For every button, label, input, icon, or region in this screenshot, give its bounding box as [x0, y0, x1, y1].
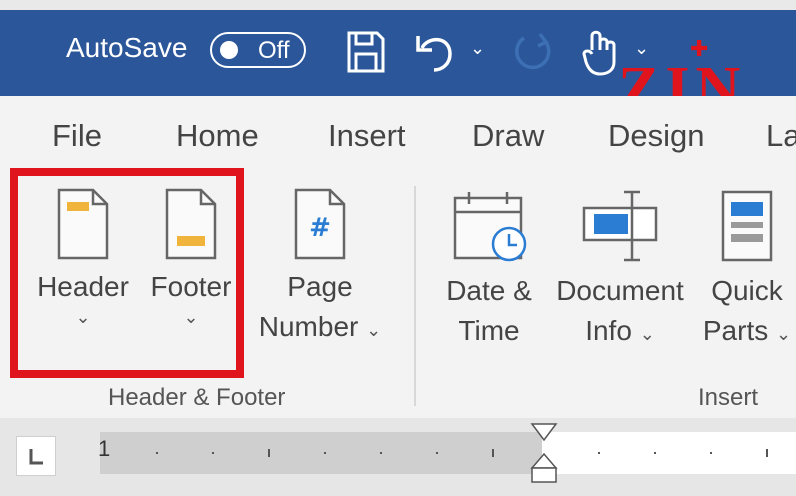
date-time-label-line1: Date &	[446, 275, 532, 306]
undo-icon[interactable]	[412, 28, 458, 76]
document-info-button[interactable]: Document Info ⌄	[548, 186, 692, 354]
tab-file[interactable]: File	[52, 118, 102, 154]
page-number-button[interactable]: # Page Number ⌄	[250, 186, 390, 350]
quick-parts-icon	[721, 190, 773, 262]
window-top-strip	[0, 0, 796, 10]
svg-text:#: #	[309, 213, 331, 243]
redo-icon[interactable]	[510, 30, 556, 76]
ruler-ticks	[156, 449, 768, 457]
undo-dropdown-chevron-icon[interactable]: ⌄	[470, 38, 485, 59]
save-icon[interactable]	[344, 28, 388, 76]
autosave-toggle[interactable]: Off	[210, 32, 306, 68]
tab-draw[interactable]: Draw	[472, 118, 544, 154]
indent-marker-icon[interactable]	[530, 420, 558, 494]
group-label-insert: Insert	[698, 384, 759, 411]
date-time-icon	[453, 192, 527, 262]
tab-design[interactable]: Design	[608, 118, 705, 154]
page-number-label-row: Number ⌄	[250, 307, 390, 350]
document-info-chevron-icon: ⌄	[639, 324, 655, 344]
quick-parts-label-line1: Quick	[711, 275, 783, 306]
horizontal-ruler[interactable]	[100, 432, 796, 474]
page-number-icon: #	[294, 188, 346, 260]
autosave-state: Off	[258, 37, 290, 64]
document-info-icon	[582, 190, 658, 262]
date-time-label-line2: Time	[458, 315, 520, 346]
group-label-header-footer: Header & Footer	[108, 384, 286, 411]
quick-parts-button[interactable]: Quick Parts ⌄	[698, 186, 796, 354]
touch-mode-icon[interactable]	[580, 28, 620, 78]
quick-parts-label-line2: Parts	[702, 315, 769, 346]
page-number-chevron-icon: ⌄	[366, 320, 382, 340]
autosave-label: AutoSave	[66, 32, 188, 63]
quick-parts-label-row: Parts ⌄	[698, 311, 796, 354]
page-number-label-line1: Page	[287, 271, 353, 302]
group-divider	[414, 186, 416, 406]
left-tab-stop-icon	[29, 449, 43, 465]
date-time-button[interactable]: Date & Time	[436, 186, 542, 351]
tab-home[interactable]: Home	[176, 118, 259, 154]
tab-selector-button[interactable]	[16, 436, 56, 476]
document-info-label-line2: Info	[585, 315, 632, 346]
highlight-box	[10, 168, 244, 378]
quick-parts-chevron-icon: ⌄	[776, 324, 792, 344]
toggle-knob	[220, 41, 238, 59]
ruler-number: 1	[98, 436, 111, 461]
document-info-label-line1: Document	[556, 275, 684, 306]
tab-layout[interactable]: La	[766, 118, 796, 154]
page-number-label-line2: Number	[258, 311, 359, 342]
tab-insert[interactable]: Insert	[328, 118, 406, 154]
ruler-area: 1	[0, 418, 796, 496]
document-info-label-row: Info ⌄	[548, 311, 692, 354]
ribbon-tab-bar: File Home Insert Draw Design La	[0, 96, 796, 166]
